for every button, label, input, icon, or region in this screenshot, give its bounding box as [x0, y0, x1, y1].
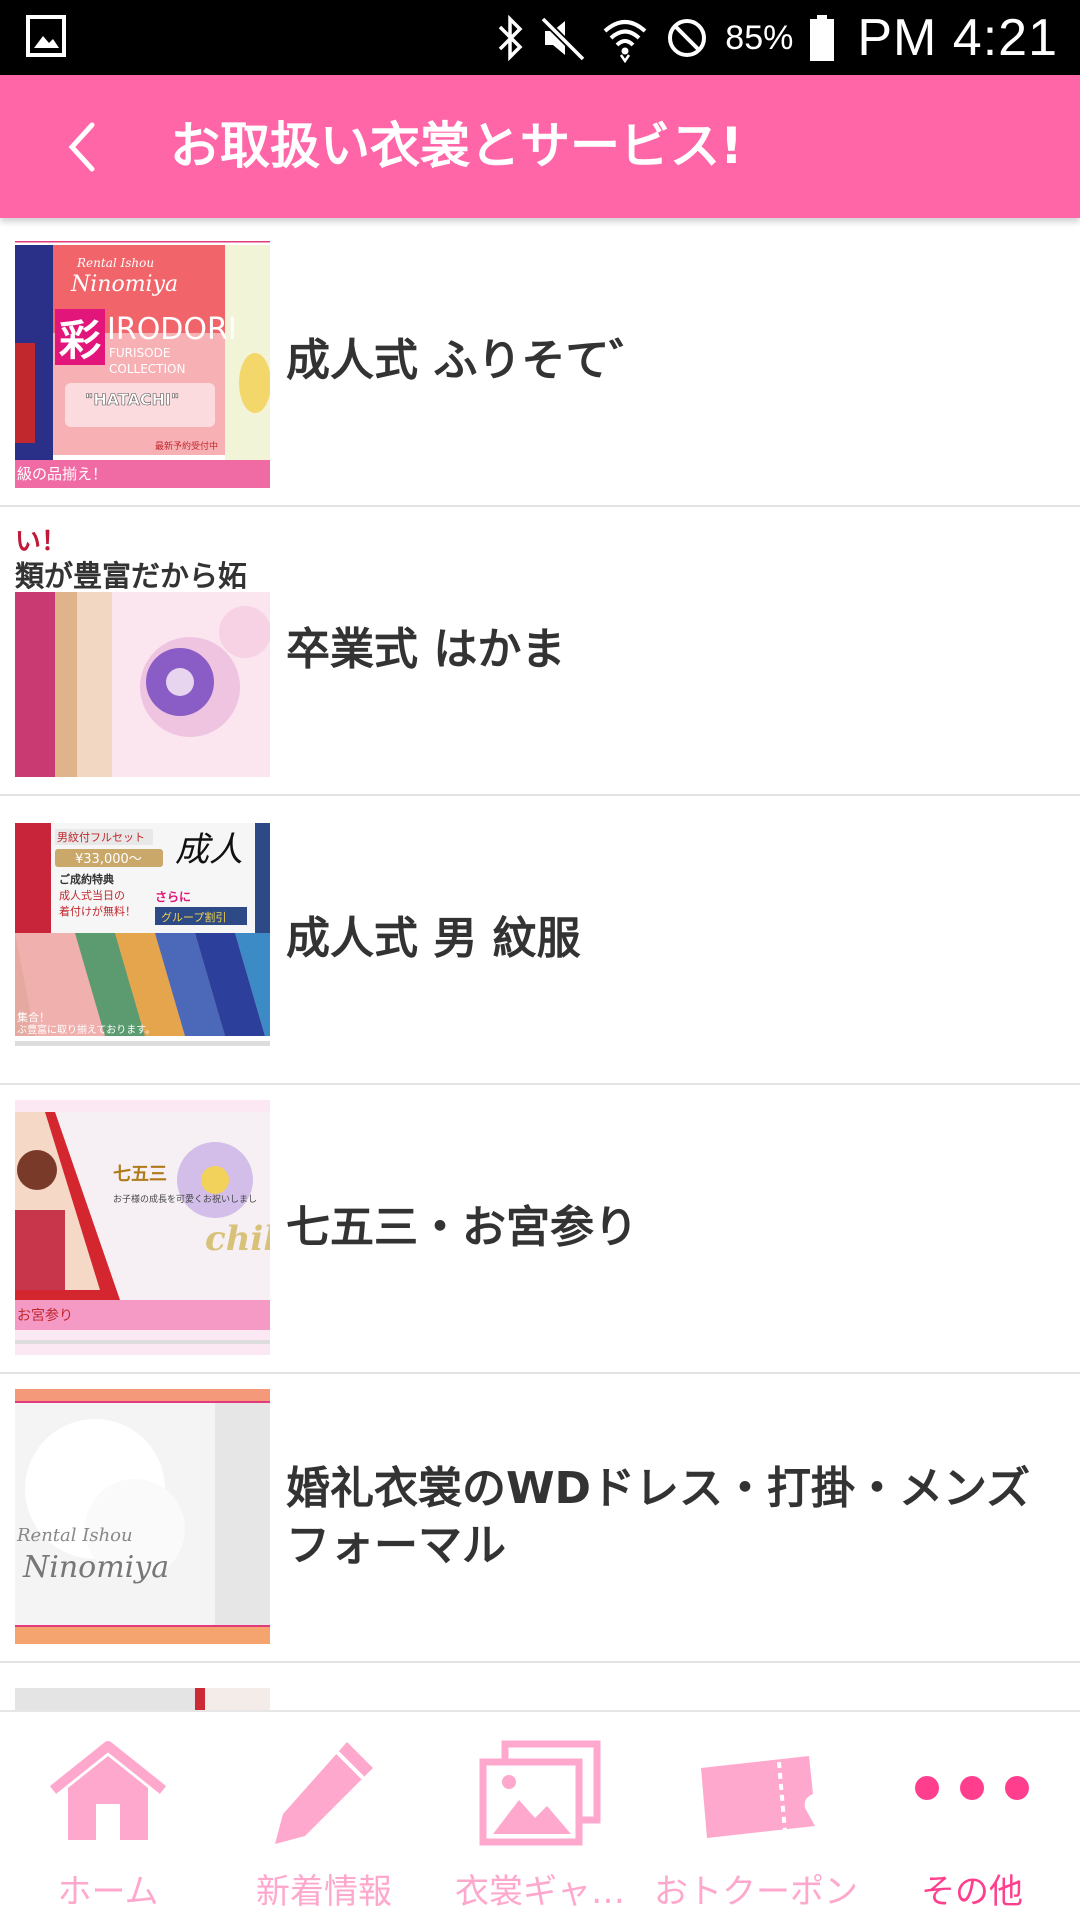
pencil-icon — [275, 1742, 373, 1844]
thumb-more: さらに — [155, 890, 191, 904]
list-item[interactable]: Rental Ishou Ninomiya 婚礼衣裳のWDドレス・打掛・メンズフ… — [0, 1374, 1080, 1663]
thumb-kanji: 彩 — [59, 316, 101, 365]
wedding-thumbnail: Rental Ishou Ninomiya — [15, 1389, 270, 1644]
more-icon — [915, 1776, 1029, 1800]
nav-more[interactable]: その他 — [864, 1712, 1080, 1922]
wifi-icon — [603, 20, 647, 63]
thumb-brand: Rental Ishou — [16, 1525, 133, 1546]
shichigosan-thumbnail: 七五三 お子様の成長を可愛くお祝いしまし chil お宮参り — [15, 1100, 270, 1355]
status-bar: 85% PM 4:21 — [0, 0, 1080, 75]
thumb-group: グループ割引 — [161, 910, 226, 924]
list-item[interactable]: 七五三 お子様の成長を可愛くお祝いしまし chil お宮参り 七五三・お宮参り — [0, 1085, 1080, 1374]
gallery-icon — [26, 15, 66, 57]
app-bar: お取扱い衣裳とサービス! — [0, 75, 1080, 218]
thumb-banner: お宮参り — [17, 1307, 73, 1324]
thumb-name: Ninomiya — [70, 272, 178, 297]
thumb-banner: 級の品揃え！ — [17, 465, 107, 483]
list-item-label: 七五三・お宮参り — [286, 1202, 638, 1254]
thumb-badge: 男紋付フルセット — [57, 830, 145, 844]
battery-percent: 85% — [725, 18, 794, 57]
nav-label: おトクーポン — [654, 1872, 858, 1912]
nav-label: 新着情報 — [256, 1872, 392, 1912]
chevron-left-icon[interactable] — [58, 119, 108, 175]
nav-label: その他 — [921, 1872, 1023, 1912]
nav-label: ホーム — [57, 1872, 159, 1912]
bottom-nav: ホーム 新着情報 衣裳ギャ… おトクーポン その他 — [0, 1710, 1080, 1922]
ticket-icon — [701, 1756, 815, 1838]
furisode-thumbnail: Rental Ishou Ninomiya 彩 IRODORI FURISODE… — [15, 233, 270, 488]
service-list: Rental Ishou Ninomiya 彩 IRODORI FURISODE… — [0, 218, 1080, 1710]
nav-coupon[interactable]: おトクーポン — [648, 1712, 864, 1922]
page-title: お取扱い衣裳とサービス! — [170, 117, 743, 175]
thumb-foot1: 集合！ — [17, 1010, 50, 1024]
list-item[interactable]: Rental Ishou Ninomiya 彩 IRODORI FURISODE… — [0, 218, 1080, 507]
thumb-price: ¥33,000～ — [75, 852, 142, 867]
battery-icon — [810, 15, 835, 61]
thumb-perk1: 成人式当日の — [59, 888, 125, 902]
bluetooth-icon — [499, 14, 523, 62]
thumb-sub1: FURISODE — [109, 346, 170, 360]
thumb-brand: Rental Ishou — [76, 256, 154, 270]
list-item-label: 成人式 ふりそて゛ — [286, 335, 654, 387]
nav-home[interactable]: ホーム — [0, 1712, 216, 1922]
thumb-title: 七五三 — [113, 1164, 167, 1185]
thumb-perk2: 着付けが無料！ — [59, 904, 136, 918]
list-item-label: 卒業式 はかま — [286, 624, 566, 676]
partial-thumbnail — [15, 1678, 270, 1710]
list-item-label: 成人式 男 紋服 — [286, 913, 581, 965]
thumb-caption: お子様の成長を可愛くお祝いしまし — [113, 1193, 257, 1205]
thumb-foot2: ぶ豊富に取り揃えております。 — [17, 1023, 155, 1036]
thumb-note: 最新予約受付中 — [155, 440, 218, 452]
mute-icon — [540, 16, 586, 62]
thumb-kanji: 成人 — [175, 830, 243, 870]
list-item-label: 婚礼衣裳のWDドレス・打掛・メンズフォーマル — [286, 1463, 1031, 1571]
thumb-title: IRODORI — [107, 312, 237, 347]
thumb-perk-title: ご成約特典 — [59, 872, 114, 886]
thumb-deco: chil — [205, 1219, 270, 1259]
list-item[interactable]: 男紋付フルセット ¥33,000～ 成人 ご成約特典 成人式当日の 着付けが無料… — [0, 796, 1080, 1085]
nav-label: 衣裳ギャ… — [455, 1872, 625, 1912]
thumb-tag: "HATACHI" — [85, 390, 179, 409]
thumb-name: Ninomiya — [22, 1550, 169, 1585]
nav-news[interactable]: 新着情報 — [216, 1712, 432, 1922]
thumb-headline: 類が豊富だから妬 — [15, 559, 247, 593]
monpuku-thumbnail: 男紋付フルセット ¥33,000～ 成人 ご成約特典 成人式当日の 着付けが無料… — [15, 811, 270, 1066]
list-item[interactable]: い！ 類が豊富だから妬 卒業式 はかま — [0, 507, 1080, 796]
do-not-disturb-icon — [668, 19, 707, 57]
list-item[interactable] — [0, 1663, 1080, 1710]
gallery-icon — [479, 1740, 601, 1846]
hakama-thumbnail: い！ 類が豊富だから妬 — [15, 522, 270, 777]
thumb-top: い！ — [15, 527, 67, 557]
nav-gallery[interactable]: 衣裳ギャ… — [432, 1712, 648, 1922]
home-icon — [49, 1741, 167, 1840]
thumb-sub2: COLLECTION — [109, 362, 185, 376]
clock: PM 4:21 — [857, 9, 1058, 67]
